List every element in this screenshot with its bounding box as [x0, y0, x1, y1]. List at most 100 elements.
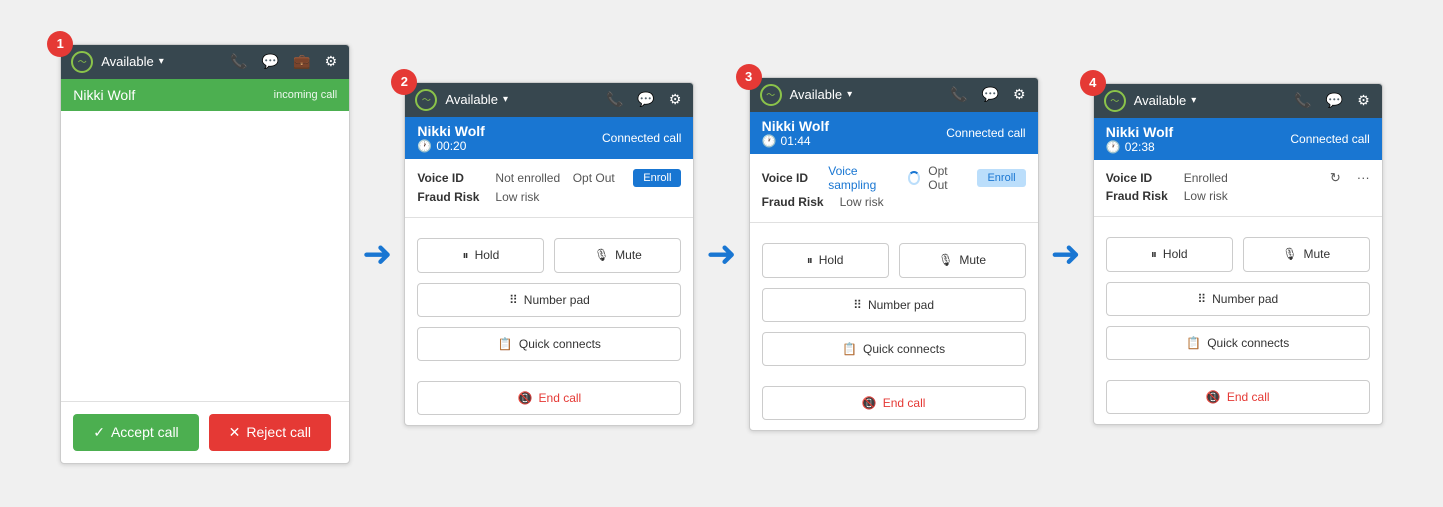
- controls-area-3: ⏸ Hold 🎙 Mute ⠿ Number pad 📋 Quick conne…: [750, 223, 1038, 430]
- main-container: 1 〜 Available ▾ 📞 💬 💼 ⚙ Nikki Wolf in: [60, 44, 1383, 464]
- fraud-risk-value-3: Low risk: [840, 195, 884, 209]
- reject-label: Reject call: [246, 424, 311, 440]
- fraud-risk-label-4: Fraud Risk: [1106, 189, 1176, 203]
- step-1-number: 1: [47, 31, 73, 57]
- voice-id-label-2: Voice ID: [417, 171, 487, 185]
- quick-icon-2: 📋: [498, 337, 513, 351]
- hold-button-3[interactable]: ⏸ Hold: [762, 243, 889, 278]
- call-name-3: Nikki Wolf: [762, 118, 829, 134]
- chat-icon[interactable]: 💬: [260, 51, 281, 72]
- number-pad-button-4[interactable]: ⠿ Number pad: [1106, 282, 1370, 316]
- panel-3-header: 〜 Available ▾ 📞 💬 ⚙: [750, 78, 1038, 112]
- status-label-3: Available: [790, 87, 843, 102]
- chat-icon-2[interactable]: 💬: [635, 89, 656, 110]
- enroll-button-2[interactable]: Enroll: [633, 169, 681, 187]
- end-call-icon-4: 📵: [1206, 390, 1221, 404]
- end-call-button-3[interactable]: 📵 End call: [762, 386, 1026, 420]
- hold-mute-row-4: ⏸ Hold 🎙 Mute: [1106, 237, 1370, 272]
- keypad-icon-4: ⠿: [1197, 292, 1206, 306]
- call-name-2: Nikki Wolf: [417, 123, 484, 139]
- accept-call-button[interactable]: ✓ Accept call: [73, 414, 198, 451]
- fraud-risk-label-2: Fraud Risk: [417, 190, 487, 204]
- mute-button-3[interactable]: 🎙 Mute: [899, 243, 1026, 278]
- call-status-2: Connected call: [602, 131, 681, 145]
- end-call-button-4[interactable]: 📵 End call: [1106, 380, 1370, 414]
- voice-id-row-4: Voice ID Enrolled ↻ ···: [1106, 170, 1370, 186]
- phone-icon-2[interactable]: 📞: [604, 89, 625, 110]
- opt-out-link-2[interactable]: Opt Out: [573, 171, 615, 185]
- call-timer-4: 🕐 02:38: [1106, 140, 1173, 154]
- voice-section-3: Voice ID Voice sampling Opt Out Enroll F…: [750, 154, 1038, 223]
- controls-area-4: ⏸ Hold 🎙 Mute ⠿ Number pad 📋 Quick conne…: [1094, 217, 1382, 424]
- status-display-2: Available ▾: [445, 92, 508, 107]
- phone-icon-4[interactable]: 📞: [1292, 90, 1313, 111]
- chat-icon-3[interactable]: 💬: [980, 84, 1001, 105]
- hold-button-2[interactable]: ⏸ Hold: [417, 238, 544, 273]
- voice-id-row-2: Voice ID Not enrolled Opt Out Enroll: [417, 169, 681, 187]
- keypad-icon-3: ⠿: [853, 298, 862, 312]
- arrow-2: ➜: [706, 233, 736, 275]
- end-call-button-2[interactable]: 📵 End call: [417, 381, 681, 415]
- voice-id-value-3: Voice sampling: [828, 164, 896, 192]
- call-status-3: Connected call: [946, 126, 1025, 140]
- panel-2-header: 〜 Available ▾ 📞 💬 ⚙: [405, 83, 693, 117]
- step-4-number: 4: [1080, 70, 1106, 96]
- chat-icon-4[interactable]: 💬: [1324, 90, 1345, 111]
- mute-icon-4: 🎙: [1282, 247, 1297, 261]
- status-display-3: Available ▾: [790, 87, 853, 102]
- mute-button-2[interactable]: 🎙 Mute: [554, 238, 681, 273]
- call-status-4: Connected call: [1290, 132, 1369, 146]
- x-icon: ✕: [229, 424, 241, 441]
- enroll-button-3: Enroll: [977, 169, 1025, 187]
- step-2-number: 2: [391, 69, 417, 95]
- hold-button-4[interactable]: ⏸ Hold: [1106, 237, 1233, 272]
- fraud-risk-row-2: Fraud Risk Low risk: [417, 190, 681, 204]
- brand-icon-3: 〜: [760, 84, 782, 106]
- accept-label: Accept call: [111, 424, 179, 440]
- mute-icon-2: 🎙: [594, 248, 609, 262]
- status-display-4: Available ▾: [1134, 93, 1197, 108]
- refresh-icon-4[interactable]: ↻: [1330, 170, 1341, 186]
- more-icon-4[interactable]: ···: [1357, 170, 1370, 185]
- brand-icon-2: 〜: [415, 89, 437, 111]
- quick-connects-button-3[interactable]: 📋 Quick connects: [762, 332, 1026, 366]
- quick-connects-button-2[interactable]: 📋 Quick connects: [417, 327, 681, 361]
- chevron-down-icon-3[interactable]: ▾: [847, 89, 852, 100]
- call-timer-3: 🕐 01:44: [762, 134, 829, 148]
- gear-icon-4[interactable]: ⚙: [1355, 90, 1372, 111]
- status-label-4: Available: [1134, 93, 1187, 108]
- voice-id-value-4: Enrolled: [1184, 171, 1228, 185]
- call-info-bar-4: Nikki Wolf 🕐 02:38 Connected call: [1094, 118, 1382, 160]
- phone-icon[interactable]: 📞: [228, 51, 249, 72]
- mute-button-4[interactable]: 🎙 Mute: [1243, 237, 1370, 272]
- panel-3: 〜 Available ▾ 📞 💬 ⚙ Nikki Wolf 🕐 01:: [749, 77, 1039, 431]
- briefcase-icon[interactable]: 💼: [291, 51, 312, 72]
- end-call-icon-3: 📵: [862, 396, 877, 410]
- number-pad-button-3[interactable]: ⠿ Number pad: [762, 288, 1026, 322]
- header-icons: 📞 💬 💼 ⚙: [228, 51, 339, 72]
- step-3-number: 3: [736, 64, 762, 90]
- phone-icon-3[interactable]: 📞: [948, 84, 969, 105]
- quick-connects-button-4[interactable]: 📋 Quick connects: [1106, 326, 1370, 360]
- chevron-down-icon-2[interactable]: ▾: [503, 94, 508, 105]
- fraud-risk-row-3: Fraud Risk Low risk: [762, 195, 1026, 209]
- reject-call-button[interactable]: ✕ Reject call: [209, 414, 331, 451]
- voice-section-2: Voice ID Not enrolled Opt Out Enroll Fra…: [405, 159, 693, 218]
- panel-4-header: 〜 Available ▾ 📞 💬 ⚙: [1094, 84, 1382, 118]
- call-info-bar-2: Nikki Wolf 🕐 00:20 Connected call: [405, 117, 693, 159]
- chevron-down-icon-4[interactable]: ▾: [1191, 95, 1196, 106]
- pause-icon-3: ⏸: [807, 253, 813, 268]
- hold-mute-row-2: ⏸ Hold 🎙 Mute: [417, 238, 681, 273]
- clock-icon-4: 🕐: [1106, 140, 1121, 154]
- number-pad-button-2[interactable]: ⠿ Number pad: [417, 283, 681, 317]
- mute-icon-3: 🎙: [938, 253, 953, 267]
- pause-icon-4: ⏸: [1151, 247, 1157, 262]
- quick-icon-4: 📋: [1186, 336, 1201, 350]
- gear-icon-2[interactable]: ⚙: [667, 89, 684, 110]
- gear-icon-3[interactable]: ⚙: [1011, 84, 1028, 105]
- opt-out-link-3[interactable]: Opt Out: [928, 164, 963, 192]
- chevron-down-icon[interactable]: ▾: [159, 56, 164, 67]
- gear-icon[interactable]: ⚙: [323, 51, 340, 72]
- fraud-risk-row-4: Fraud Risk Low risk: [1106, 189, 1370, 203]
- fraud-risk-value-4: Low risk: [1184, 189, 1228, 203]
